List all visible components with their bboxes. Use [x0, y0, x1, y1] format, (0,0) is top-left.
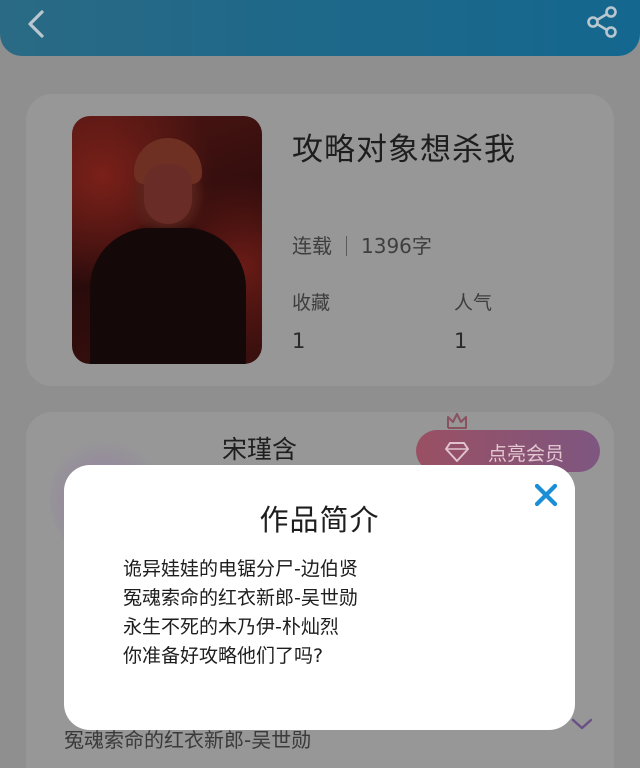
- cover-figure-face: [144, 164, 192, 224]
- vip-button-label: 点亮会员: [488, 443, 565, 465]
- book-cover-image[interactable]: [72, 116, 262, 364]
- chevron-down-icon[interactable]: [570, 716, 594, 732]
- author-name[interactable]: 宋瑾含: [222, 430, 297, 466]
- crown-icon: [447, 413, 467, 429]
- intro-line: 诡异娃娃的电锯分尸-边伯贤: [123, 558, 358, 580]
- intro-line: 你准备好攻略他们了吗?: [123, 645, 324, 667]
- stat-label: 收藏: [292, 292, 331, 314]
- modal-close-button[interactable]: [516, 465, 575, 524]
- modal-title: 作品简介: [259, 503, 380, 537]
- book-meta: 连载 1396字: [292, 230, 432, 259]
- stat-popularity: 人气 1: [454, 288, 492, 353]
- share-button[interactable]: [582, 2, 622, 42]
- intro-text: 诡异娃娃的电锯分尸-边伯贤 冤魂索命的红衣新郎-吴世勋 永生不死的木乃伊-朴灿烈…: [123, 555, 358, 671]
- close-icon: [534, 483, 558, 507]
- stat-value: 1: [292, 329, 306, 353]
- intro-modal: 作品简介 诡异娃娃的电锯分尸-边伯贤 冤魂索命的红衣新郎-吴世勋 永生不死的木乃…: [64, 465, 575, 730]
- serial-status: 连载: [292, 234, 332, 258]
- book-info-card: 攻略对象想杀我 连载 1396字 收藏 1 人气 1: [26, 94, 614, 386]
- book-title: 攻略对象想杀我: [292, 132, 516, 168]
- share-icon: [587, 6, 617, 38]
- cover-figure-body: [90, 228, 246, 364]
- top-bar: [0, 0, 640, 56]
- stat-label: 人气: [454, 292, 493, 314]
- back-button[interactable]: [18, 4, 58, 44]
- intro-line: 冤魂索命的红衣新郎-吴世勋: [123, 587, 358, 609]
- stat-favorites: 收藏 1: [292, 288, 330, 353]
- meta-divider: [346, 236, 347, 256]
- diamond-icon: [445, 442, 469, 462]
- stat-value: 1: [454, 329, 468, 353]
- word-count: 1396字: [361, 234, 432, 258]
- intro-line: 永生不死的木乃伊-朴灿烈: [123, 616, 339, 638]
- chevron-left-icon: [28, 10, 44, 38]
